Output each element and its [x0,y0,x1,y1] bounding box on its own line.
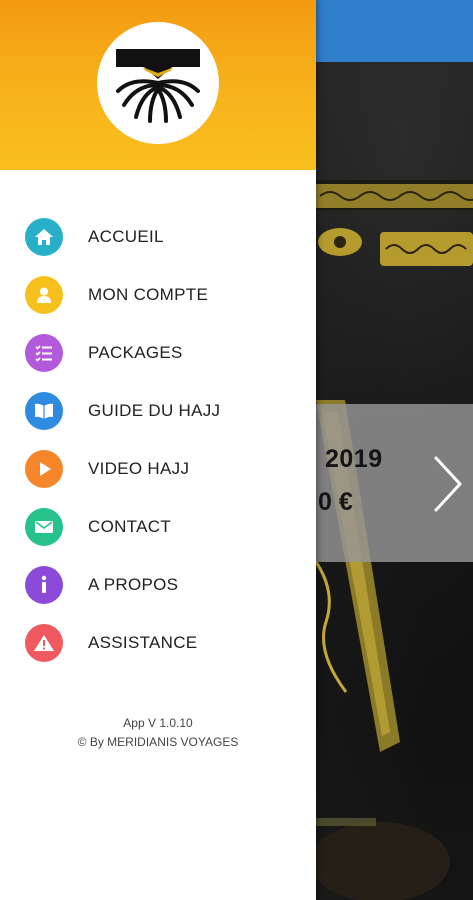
menu-item-contact[interactable]: CONTACT [0,498,316,556]
checklist-icon [25,334,63,372]
navigation-drawer: ACCUEIL MON COMPTE PACKAGES GUIDE DU HAJ… [0,0,316,900]
brand-logo [97,22,219,144]
slide-year-text: 2019 [325,445,383,473]
slide-price-text: 0 € [318,488,353,516]
chevron-right-icon [434,456,462,512]
meridianis-logo-icon [116,49,200,123]
warning-icon [25,624,63,662]
menu-item-guide-du-hajj[interactable]: GUIDE DU HAJJ [0,382,316,440]
menu-label-video-hajj: VIDEO HAJJ [88,459,190,478]
app-version: App V 1.0.10 [123,716,193,730]
menu-item-video-hajj[interactable]: VIDEO HAJJ [0,440,316,498]
menu-item-a-propos[interactable]: A PROPOS [0,556,316,614]
drawer-header [0,0,316,170]
user-icon [25,276,63,314]
menu-item-mon-compte[interactable]: MON COMPTE [0,266,316,324]
menu-item-packages[interactable]: PACKAGES [0,324,316,382]
info-icon [25,566,63,604]
book-icon [25,392,63,430]
mail-icon [25,508,63,546]
copyright-text: © By MERIDIANIS VOYAGES [77,735,239,749]
menu-item-assistance[interactable]: ASSISTANCE [0,614,316,672]
menu-label-a-propos: A PROPOS [88,575,179,594]
slide-next-button[interactable] [428,452,468,516]
menu-label-guide-du-hajj: GUIDE DU HAJJ [88,401,221,420]
drawer-menu: ACCUEIL MON COMPTE PACKAGES GUIDE DU HAJ… [0,208,316,672]
menu-label-mon-compte: MON COMPTE [88,285,209,304]
menu-label-packages: PACKAGES [88,343,183,362]
play-icon [25,450,63,488]
menu-item-accueil[interactable]: ACCUEIL [0,208,316,266]
menu-label-assistance: ASSISTANCE [88,633,198,652]
home-icon [25,218,63,256]
menu-label-contact: CONTACT [88,517,171,536]
drawer-footer: App V 1.0.10 © By MERIDIANIS VOYAGES [0,714,316,752]
menu-label-accueil: ACCUEIL [88,227,164,246]
